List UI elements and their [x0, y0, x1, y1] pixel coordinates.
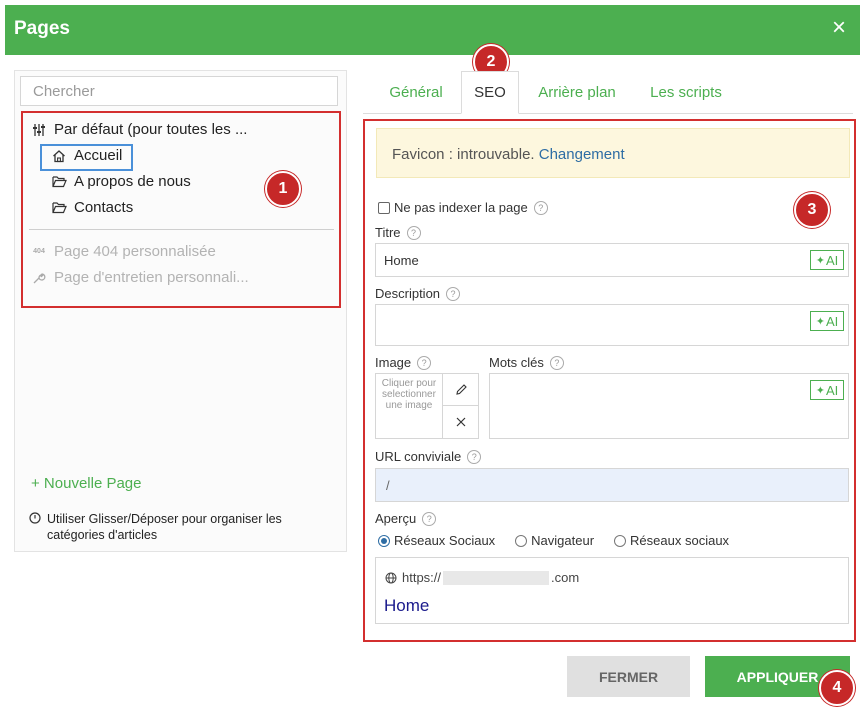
- help-icon[interactable]: ?: [406, 225, 421, 240]
- tree-item-maintenance[interactable]: Page d'entretien personnali...: [31, 269, 249, 286]
- preview-url: https:// .com: [385, 570, 579, 585]
- url-label-row: URL conviviale ?: [375, 449, 482, 464]
- sliders-icon: [31, 122, 47, 138]
- 404-icon: 404: [33, 248, 45, 255]
- dialog-header: Pages ×: [5, 5, 860, 55]
- tab-seo[interactable]: SEO: [461, 71, 519, 114]
- favicon-text: Favicon : introuvable.: [392, 146, 535, 163]
- tree-item-a-propos[interactable]: A propos de nous: [51, 173, 191, 190]
- globe-icon: [385, 572, 397, 584]
- preview-label-row: Aperçu ?: [375, 511, 437, 526]
- preview-option-browser[interactable]: Navigateur: [515, 533, 594, 548]
- preview-title: Home: [384, 596, 430, 615]
- help-icon[interactable]: ?: [446, 286, 461, 301]
- clock-icon: [29, 512, 41, 528]
- preview-label: Aperçu: [375, 511, 417, 526]
- tree-item-label: Page d'entretien personnali...: [54, 269, 249, 286]
- preview-mode-group: Réseaux Sociaux Navigateur Réseaux socia…: [378, 533, 749, 548]
- preview-option-label: Réseaux sociaux: [630, 533, 730, 548]
- title-label-row: Titre ?: [375, 225, 421, 240]
- description-label-row: Description ?: [375, 286, 461, 301]
- url-input[interactable]: /: [375, 468, 849, 502]
- radio-button[interactable]: [515, 534, 528, 547]
- preview-url-prefix: https://: [402, 570, 442, 585]
- preview-option-social[interactable]: Réseaux Sociaux: [378, 533, 495, 548]
- favicon-change-link[interactable]: Changement: [539, 146, 625, 163]
- tree-item-label: Accueil: [74, 147, 123, 164]
- radio-button[interactable]: [614, 534, 627, 547]
- home-icon: [51, 148, 67, 164]
- pencil-icon[interactable]: [442, 374, 479, 406]
- hint-text: Utiliser Glisser/Déposer pour organiser …: [47, 512, 282, 542]
- folder-open-icon: [51, 174, 67, 190]
- magic-wand-icon: ✦: [815, 254, 825, 267]
- tab-bar: Général SEO Arrière plan Les scripts: [363, 71, 853, 114]
- image-label-row: Image ?: [375, 355, 432, 370]
- tree-item-label: Par défaut (pour toutes les ...: [54, 121, 248, 138]
- tree-item-contacts[interactable]: Contacts: [51, 199, 133, 216]
- preview-option-label: Navigateur: [531, 533, 595, 548]
- keywords-label-row: Mots clés ?: [489, 355, 564, 370]
- search-input[interactable]: [20, 76, 338, 106]
- tree-item-label: A propos de nous: [74, 173, 191, 190]
- tree-item-404[interactable]: 404 Page 404 personnalisée: [31, 243, 216, 260]
- favicon-alert: Favicon : introuvable. Changement: [376, 128, 850, 178]
- magic-wand-icon: ✦: [815, 315, 825, 328]
- pages-sidebar: Par défaut (pour toutes les ... Accueil …: [14, 70, 347, 552]
- ai-description-button[interactable]: ✦ AI: [810, 311, 844, 331]
- ai-label: AI: [825, 313, 839, 329]
- step-badge-3: 3: [794, 192, 830, 228]
- preview-url-suffix: .com: [551, 570, 580, 585]
- tab-background[interactable]: Arrière plan: [525, 71, 629, 113]
- url-label: URL conviviale: [375, 449, 462, 464]
- help-icon[interactable]: ?: [549, 355, 564, 370]
- ai-label: AI: [825, 252, 839, 268]
- description-label: Description: [375, 286, 441, 301]
- image-placeholder[interactable]: Cliquer pour selectionner une image: [376, 378, 442, 411]
- ai-title-button[interactable]: ✦ AI: [810, 250, 844, 270]
- close-button[interactable]: FERMER: [567, 656, 690, 697]
- image-picker: Cliquer pour selectionner une image: [375, 373, 479, 439]
- title-label: Titre: [375, 225, 401, 240]
- new-page-button[interactable]: + Nouvelle Page: [31, 475, 142, 492]
- tree-item-label: Page 404 personnalisée: [54, 243, 216, 260]
- wrench-icon: [31, 270, 47, 286]
- tree-divider: [29, 229, 334, 230]
- drag-drop-hint: Utiliser Glisser/Déposer pour organiser …: [29, 511, 329, 543]
- description-textarea[interactable]: [375, 304, 849, 346]
- close-icon[interactable]: [442, 406, 479, 438]
- help-icon[interactable]: ?: [422, 511, 437, 526]
- noindex-row: Ne pas indexer la page ?: [378, 200, 548, 215]
- ai-label: AI: [825, 382, 839, 398]
- tab-scripts[interactable]: Les scripts: [639, 71, 733, 113]
- help-icon[interactable]: ?: [533, 200, 548, 215]
- help-icon[interactable]: ?: [467, 449, 482, 464]
- preview-option-label: Réseaux Sociaux: [394, 533, 496, 548]
- radio-button[interactable]: [378, 534, 390, 547]
- magic-wand-icon: ✦: [815, 384, 825, 397]
- tree-item-label: Contacts: [74, 199, 134, 216]
- keywords-label: Mots clés: [489, 355, 544, 370]
- ai-keywords-button[interactable]: ✦ AI: [810, 380, 844, 400]
- close-icon[interactable]: ×: [832, 16, 846, 40]
- tree-item-accueil[interactable]: Accueil: [51, 147, 122, 164]
- noindex-label: Ne pas indexer la page: [394, 200, 528, 215]
- tab-general[interactable]: Général: [363, 71, 469, 113]
- noindex-checkbox[interactable]: [378, 201, 390, 214]
- preview-option-social-2[interactable]: Réseaux sociaux: [614, 533, 729, 548]
- image-label: Image: [375, 355, 412, 370]
- redacted-domain: [443, 570, 550, 585]
- step-badge-1: 1: [265, 171, 301, 207]
- help-icon[interactable]: ?: [417, 355, 432, 370]
- preview-card: https:// .com Home: [375, 557, 849, 624]
- step-badge-4: 4: [819, 670, 855, 706]
- dialog-title: Pages: [14, 18, 70, 39]
- keywords-textarea[interactable]: [489, 373, 849, 439]
- folder-open-icon: [51, 200, 67, 216]
- tree-item-default[interactable]: Par défaut (pour toutes les ...: [31, 121, 247, 138]
- title-input[interactable]: Home: [375, 243, 849, 277]
